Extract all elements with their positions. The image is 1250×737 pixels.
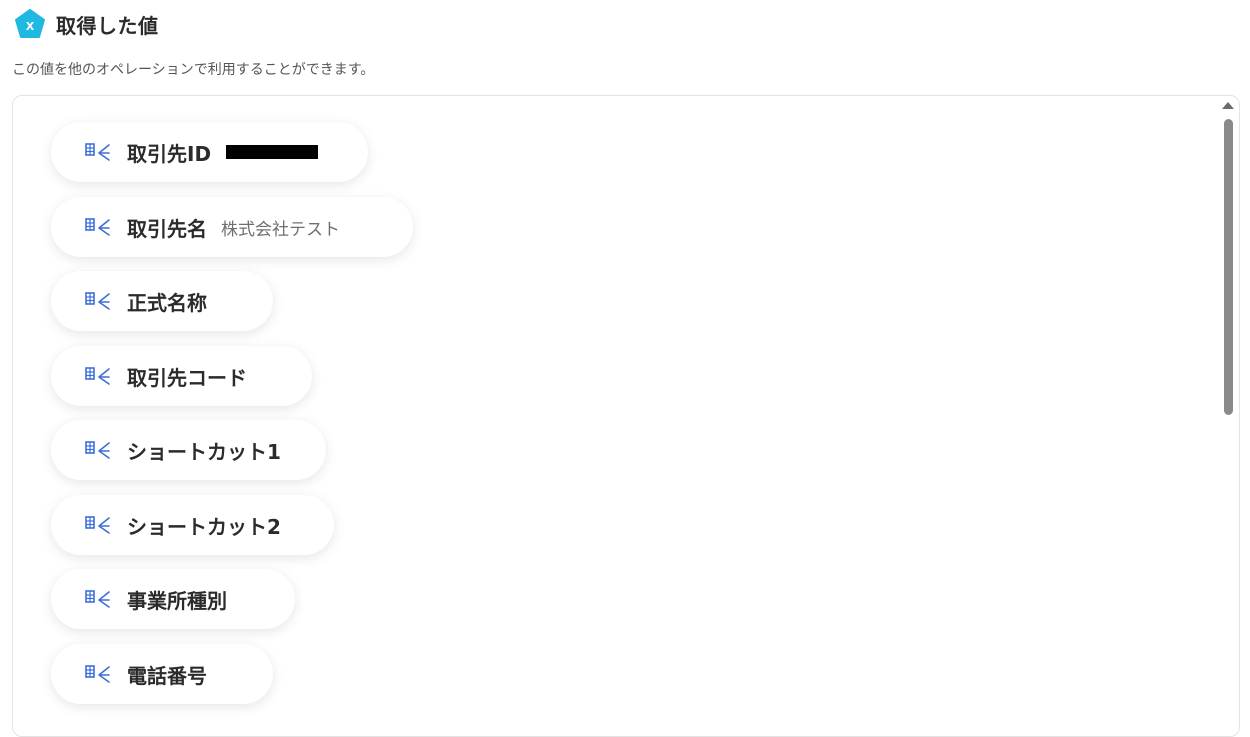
output-header: x 取得した値 [14,8,159,40]
section-description: この値を他のオペレーションで利用することができます。 [12,62,375,78]
redacted-value [226,145,319,159]
value-label: ショートカット1 [127,439,281,464]
value-variable-icon [85,216,111,238]
value-text: 株式会社テスト [221,219,340,240]
output-value-item[interactable]: 取引先名 株式会社テスト [51,197,413,257]
output-value-item[interactable]: 正式名称 [51,271,273,331]
value-variable-icon [85,290,111,312]
value-variable-icon [85,141,111,163]
value-variable-icon [85,514,111,536]
output-values-panel: 取引先ID 取引先名 株式会社テスト 正式名称 取引先コード ショートカット1 … [12,95,1240,737]
output-value-item[interactable]: 電話番号 [51,644,273,704]
value-label: 正式名称 [127,290,207,315]
value-label: ショートカット2 [127,514,281,539]
scroll-up-arrow-icon[interactable] [1222,102,1234,109]
value-variable-icon [85,588,111,610]
value-label: 事業所種別 [127,588,227,613]
vertical-scrollbar[interactable] [1219,100,1235,715]
output-value-item[interactable]: 取引先コード [51,346,312,406]
output-value-item[interactable]: 事業所種別 [51,569,295,629]
value-label: 取引先ID [127,141,212,166]
value-label: 取引先コード [127,365,247,390]
value-variable-icon [85,663,111,685]
output-value-item[interactable]: ショートカット1 [51,420,326,480]
value-label: 取引先名 [127,216,207,241]
x-pentagon-icon: x [14,8,46,40]
section-title: 取得した値 [56,13,159,38]
value-variable-icon [85,439,111,461]
scrollbar-thumb[interactable] [1224,119,1233,415]
output-value-item[interactable]: ショートカット2 [51,495,334,555]
value-variable-icon [85,365,111,387]
value-label: 電話番号 [127,663,207,688]
svg-text:x: x [26,17,35,34]
output-value-item[interactable]: 取引先ID [51,122,368,182]
